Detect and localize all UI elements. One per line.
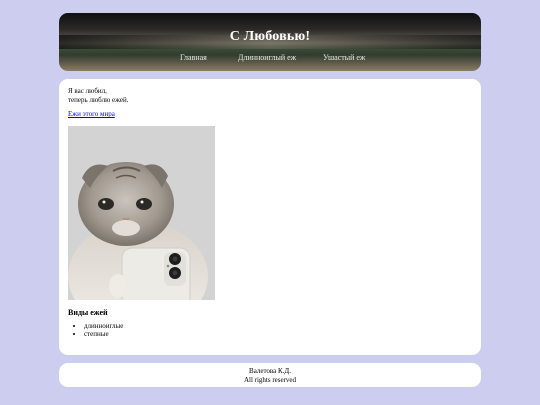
cat-photo	[68, 126, 215, 300]
header-banner: С Любовью! Главная Длинноиглый еж Ушасты…	[59, 13, 481, 71]
hedgehogs-of-the-world-link[interactable]: Ежи этого мира	[68, 110, 115, 118]
list-item: длинноиглые	[84, 322, 123, 330]
cat-with-phone-image	[68, 126, 215, 300]
nav-item-long-needle-hedgehog[interactable]: Длинноиглый еж	[238, 53, 296, 62]
list-item: степные	[84, 330, 123, 338]
content-card: Я вас любил, теперь люблю ежей. Ежи этог…	[59, 79, 481, 355]
poem-text: Я вас любил, теперь люблю ежей.	[68, 87, 129, 105]
nav-item-home[interactable]: Главная	[180, 53, 207, 62]
footer: Валетова К.Д. All rights reserved	[59, 363, 481, 387]
poem-line-1: Я вас любил,	[68, 87, 107, 95]
main-nav: Главная Длинноиглый еж Ушастый еж	[59, 53, 481, 65]
footer-rights: All rights reserved	[243, 376, 297, 384]
site-title: С Любовью!	[229, 29, 311, 44]
nav-item-eared-hedgehog[interactable]: Ушастый еж	[323, 53, 365, 62]
footer-author: Валетова К.Д.	[249, 367, 291, 375]
hedgehog-kinds-heading: Виды ежей	[68, 308, 108, 317]
hedgehog-kinds-list: длинноиглые степные	[68, 322, 123, 338]
poem-line-2: теперь люблю ежей.	[68, 96, 129, 104]
